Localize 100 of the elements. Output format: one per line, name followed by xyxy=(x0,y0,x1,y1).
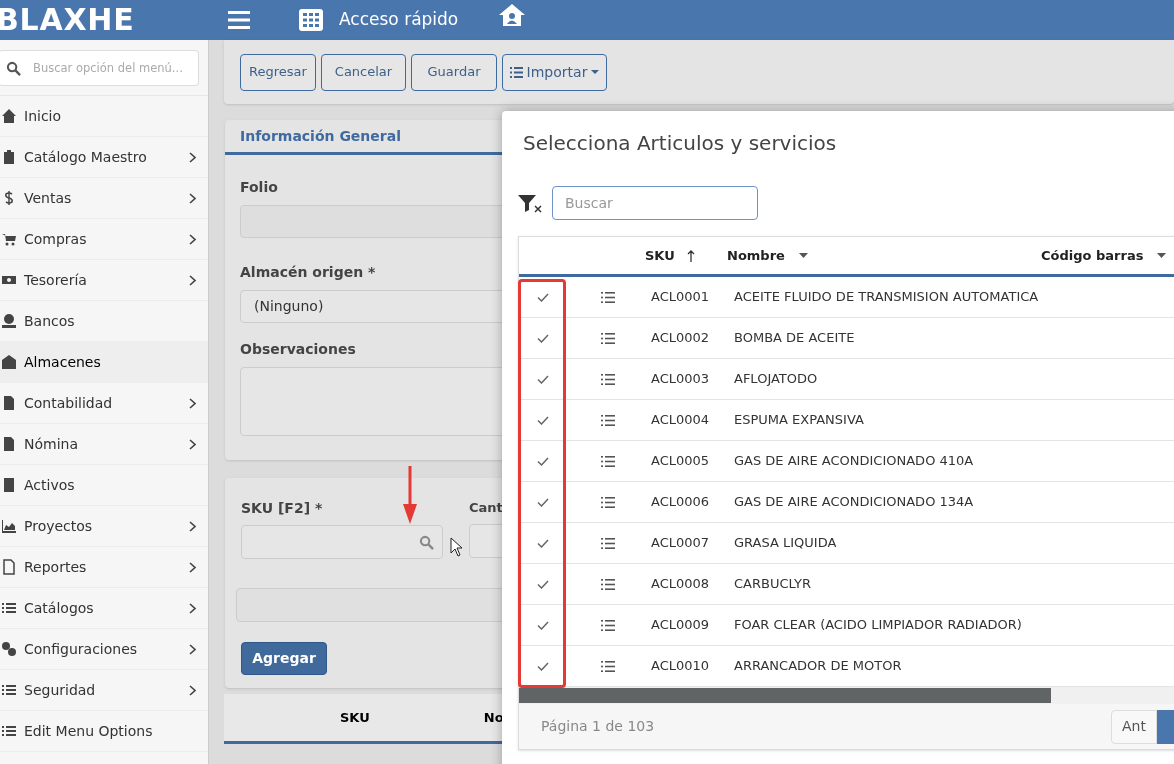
sidebar-item[interactable]: Catálogos xyxy=(0,588,208,629)
clear-filter-icon[interactable] xyxy=(518,193,542,213)
sidebar-item[interactable]: Edit Menu Options xyxy=(0,711,208,752)
menu-item-icon xyxy=(1,108,17,124)
sidebar-item[interactable]: Ventas xyxy=(0,178,208,219)
home-icon[interactable] xyxy=(498,3,527,27)
table-cell-text: ACEITE FLUIDO DE TRANSMISION AUTOMATICA xyxy=(734,288,1039,307)
list-icon[interactable] xyxy=(601,578,615,590)
table-cell-text: ACL0005 xyxy=(651,452,711,471)
search-icon[interactable] xyxy=(419,534,434,550)
table-cell-text: GAS DE AIRE ACONDICIONADO 410A xyxy=(734,452,974,471)
menu-icon[interactable] xyxy=(228,11,250,29)
caret-icon[interactable] xyxy=(1157,253,1167,258)
checkmark-icon[interactable] xyxy=(537,538,549,548)
menu-item-icon xyxy=(1,559,17,575)
column-header[interactable]: SKU xyxy=(645,245,675,266)
table-cell-text: ARRANCADOR DE MOTOR xyxy=(734,657,902,676)
list-icon[interactable] xyxy=(601,291,615,303)
menu-item-icon xyxy=(1,682,17,698)
sidebar-item[interactable]: Reportes xyxy=(0,547,208,588)
table-cell-text: GRASA LIQUIDA xyxy=(734,534,837,553)
sidebar-item[interactable]: Catálogo Maestro xyxy=(0,137,208,178)
menu-item-icon xyxy=(1,313,17,329)
sidebar-item[interactable]: Configuraciones xyxy=(0,629,208,670)
sidebar-item[interactable]: Nómina xyxy=(0,424,208,465)
caret-icon[interactable] xyxy=(798,253,808,258)
table-cell-text: ACL0006 xyxy=(651,493,711,512)
annotation-arrow xyxy=(402,466,418,524)
list-icon[interactable] xyxy=(601,373,615,385)
table-cell-text: ACL0001 xyxy=(651,288,711,307)
sidebar-item[interactable]: Seguridad xyxy=(0,670,208,711)
sidebar-item[interactable]: Activos xyxy=(0,465,208,506)
checkmark-icon[interactable] xyxy=(537,620,549,630)
previous-button[interactable]: Ant xyxy=(1111,709,1157,744)
menu-search-field[interactable]: Buscar opción del menú... xyxy=(0,49,199,86)
list-icon[interactable] xyxy=(601,619,615,631)
field-label: Almacén origen * xyxy=(240,263,377,282)
checkmark-icon[interactable] xyxy=(537,292,549,302)
sort-ascending-icon[interactable] xyxy=(686,249,695,262)
field-label: SKU [F2] * xyxy=(241,499,324,518)
dialog-title: Selecciona Articulos y servicios xyxy=(523,130,838,157)
sidebar-item[interactable]: Almacenes xyxy=(0,342,208,383)
list-icon[interactable] xyxy=(601,496,615,508)
sidebar-item[interactable]: Inicio xyxy=(0,96,208,137)
menu-item-icon xyxy=(1,149,17,165)
list-icon[interactable] xyxy=(601,332,615,344)
search-field[interactable]: Buscar xyxy=(552,186,758,220)
checkmark-icon[interactable] xyxy=(537,456,549,466)
toolbar-button[interactable]: Cancelar xyxy=(321,53,406,91)
table-cell-text: ACL0004 xyxy=(651,411,711,430)
sidebar-item[interactable]: Proyectos xyxy=(0,506,208,547)
list-icon xyxy=(509,66,523,78)
sidebar-item[interactable]: Compras xyxy=(0,219,208,260)
checkmark-icon[interactable] xyxy=(537,579,549,589)
toolbar-button[interactable]: Guardar xyxy=(411,53,497,91)
scrollbar-thumb[interactable] xyxy=(519,688,1051,703)
column-header: No xyxy=(483,708,504,727)
column-header[interactable]: Código barras xyxy=(1041,245,1144,266)
menu-item-icon xyxy=(1,600,17,616)
field-label: Folio xyxy=(240,178,279,197)
table-cell-text: BOMBA DE ACEITE xyxy=(734,329,855,348)
sku-field[interactable] xyxy=(241,525,443,559)
menu-item-icon xyxy=(1,395,17,411)
toolbar-button[interactable]: Regresar xyxy=(240,53,316,91)
checkmark-icon[interactable] xyxy=(537,374,549,384)
menu-item-icon xyxy=(1,354,17,370)
next-button[interactable] xyxy=(1157,709,1174,744)
page-info: Página 1 de 103 xyxy=(541,717,655,736)
menu-item-icon xyxy=(1,231,17,247)
list-icon[interactable] xyxy=(601,414,615,426)
column-header[interactable]: Nombre xyxy=(727,245,785,266)
checkmark-icon[interactable] xyxy=(537,661,549,671)
list-icon[interactable] xyxy=(601,660,615,672)
menu-item-icon xyxy=(1,641,17,657)
table-cell-text: ACL0003 xyxy=(651,370,711,389)
checkmark-icon[interactable] xyxy=(537,415,549,425)
checkmark-icon[interactable] xyxy=(537,497,549,507)
sidebar-item[interactable]: Tesorería xyxy=(0,260,208,301)
caret-icon xyxy=(591,70,600,74)
table-cell-text: AFLOJATODO xyxy=(734,370,818,389)
table-cell-text: ACL0010 xyxy=(651,657,711,676)
menu-item-icon xyxy=(1,723,17,739)
grid-icon[interactable] xyxy=(299,9,323,31)
checkmark-icon[interactable] xyxy=(537,333,549,343)
column-header: SKU xyxy=(340,708,370,727)
table-cell-text: GAS DE AIRE ACONDICIONADO 134A xyxy=(734,493,974,512)
menu-item-icon xyxy=(1,477,17,493)
list-icon[interactable] xyxy=(601,537,615,549)
menu-item-icon xyxy=(1,518,17,534)
search-icon xyxy=(6,60,21,76)
add-button[interactable]: Agregar xyxy=(241,642,327,675)
cursor-icon xyxy=(450,537,464,557)
sidebar-item[interactable]: Contabilidad xyxy=(0,383,208,424)
quick-access-link[interactable]: Acceso rápido xyxy=(339,7,459,33)
table-cell-text: ESPUMA EXPANSIVA xyxy=(734,411,864,430)
table-cell-text: CARBUCLYR xyxy=(734,575,811,594)
list-icon[interactable] xyxy=(601,455,615,467)
table-cell-text: ACL0002 xyxy=(651,329,711,348)
import-button[interactable]: Importar xyxy=(502,53,607,91)
table-cell-text: ACL0008 xyxy=(651,575,711,594)
